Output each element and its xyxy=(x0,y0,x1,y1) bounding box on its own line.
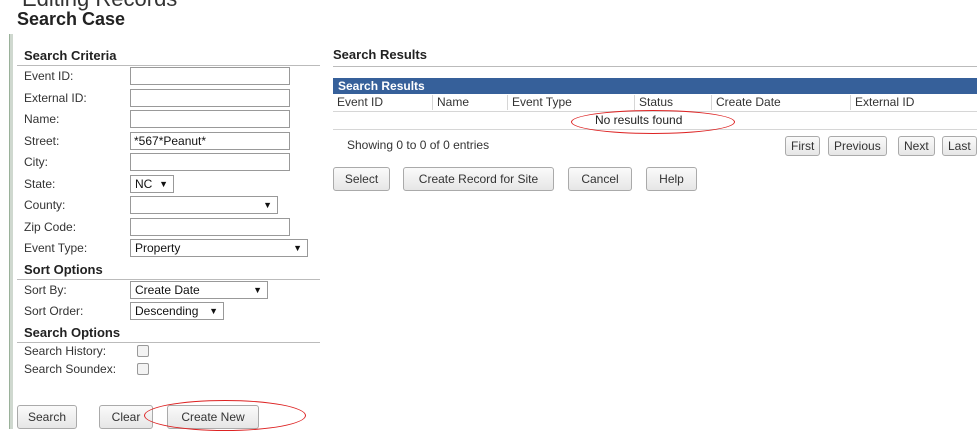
external-id-label: External ID: xyxy=(24,90,87,105)
state-value: NC xyxy=(135,176,153,191)
first-page-button[interactable]: First xyxy=(785,136,821,156)
county-select[interactable]: ▼ xyxy=(130,196,278,214)
entries-count: Showing 0 to 0 of 0 entries xyxy=(347,138,490,152)
sort-by-value: Create Date xyxy=(135,282,200,297)
chevron-down-icon: ▼ xyxy=(159,178,168,189)
create-record-for-site-button[interactable]: Create Record for Site xyxy=(403,167,554,191)
sort-order-row: Sort Order: Descending ▼ xyxy=(17,301,320,323)
previous-page-button[interactable]: Previous xyxy=(828,136,887,156)
sort-order-value: Descending xyxy=(135,304,199,318)
state-label: State: xyxy=(24,176,56,191)
event-id-input[interactable] xyxy=(130,67,290,85)
sort-order-select[interactable]: Descending ▼ xyxy=(130,302,224,320)
annotation-ellipse-no-results xyxy=(571,110,735,134)
cancel-button[interactable]: Cancel xyxy=(568,167,632,191)
name-row: Name: xyxy=(17,109,320,131)
chevron-down-icon: ▼ xyxy=(293,243,302,253)
county-row: County: ▼ xyxy=(17,195,320,217)
sort-by-label: Sort By: xyxy=(24,282,67,297)
event-type-row: Event Type: Property ▼ xyxy=(17,238,320,260)
county-label: County: xyxy=(24,198,66,212)
external-id-input[interactable] xyxy=(130,88,290,107)
zip-label: Zip Code: xyxy=(24,219,77,234)
street-label: Street: xyxy=(24,133,60,148)
col-name[interactable]: Name xyxy=(432,95,505,110)
search-criteria-panel: Search Criteria Event ID: External ID: N… xyxy=(17,46,320,379)
sort-by-select[interactable]: Create Date ▼ xyxy=(130,280,268,299)
search-options-heading: Search Options xyxy=(17,323,320,343)
sort-order-label: Sort Order: xyxy=(24,304,84,318)
event-type-label: Event Type: xyxy=(24,241,88,255)
street-row: Street: *567*Peanut* xyxy=(17,131,320,153)
search-history-row: Search History: xyxy=(17,343,320,361)
next-page-button[interactable]: Next xyxy=(898,136,935,156)
col-external-id[interactable]: External ID xyxy=(850,95,975,110)
annotation-ellipse-create-new xyxy=(144,400,306,431)
search-soundex-checkbox[interactable] xyxy=(137,362,149,375)
search-soundex-row: Search Soundex: xyxy=(17,361,320,379)
city-label: City: xyxy=(24,155,48,169)
col-status[interactable]: Status xyxy=(634,95,709,110)
search-results-title: Search Results xyxy=(333,47,427,62)
search-history-label: Search History: xyxy=(24,343,107,358)
state-row: State: NC ▼ xyxy=(17,174,320,196)
col-create-date[interactable]: Create Date xyxy=(711,95,848,110)
left-border-bar xyxy=(9,34,13,429)
last-page-button[interactable]: Last xyxy=(942,136,977,156)
city-row: City: xyxy=(17,152,320,174)
chevron-down-icon: ▼ xyxy=(253,284,262,295)
zip-input[interactable] xyxy=(130,217,290,236)
help-button[interactable]: Help xyxy=(646,167,697,191)
sort-options-heading: Sort Options xyxy=(17,260,320,280)
col-event-type[interactable]: Event Type xyxy=(507,95,632,110)
name-input[interactable] xyxy=(130,110,290,128)
divider xyxy=(333,66,977,67)
search-soundex-label: Search Soundex: xyxy=(24,361,117,376)
street-input[interactable]: *567*Peanut* xyxy=(130,131,290,150)
chevron-down-icon: ▼ xyxy=(209,306,218,316)
search-button[interactable]: Search xyxy=(17,405,77,429)
event-id-row: Event ID: xyxy=(17,66,320,88)
city-input[interactable] xyxy=(130,153,290,171)
chevron-down-icon: ▼ xyxy=(263,200,272,210)
event-id-label: Event ID: xyxy=(24,69,74,83)
select-button[interactable]: Select xyxy=(333,167,390,191)
col-event-id[interactable]: Event ID xyxy=(333,95,429,110)
external-id-row: External ID: xyxy=(17,88,320,110)
zip-row: Zip Code: xyxy=(17,217,320,239)
state-select[interactable]: NC ▼ xyxy=(130,174,174,193)
search-criteria-heading: Search Criteria xyxy=(17,46,320,66)
sort-by-row: Sort By: Create Date ▼ xyxy=(17,280,320,302)
event-type-select[interactable]: Property ▼ xyxy=(130,239,308,257)
event-type-value: Property xyxy=(135,241,181,255)
results-grid-header: Search Results xyxy=(333,78,977,94)
name-label: Name: xyxy=(24,112,60,126)
search-history-checkbox[interactable] xyxy=(137,344,149,357)
page-title: Search Case xyxy=(17,9,126,29)
